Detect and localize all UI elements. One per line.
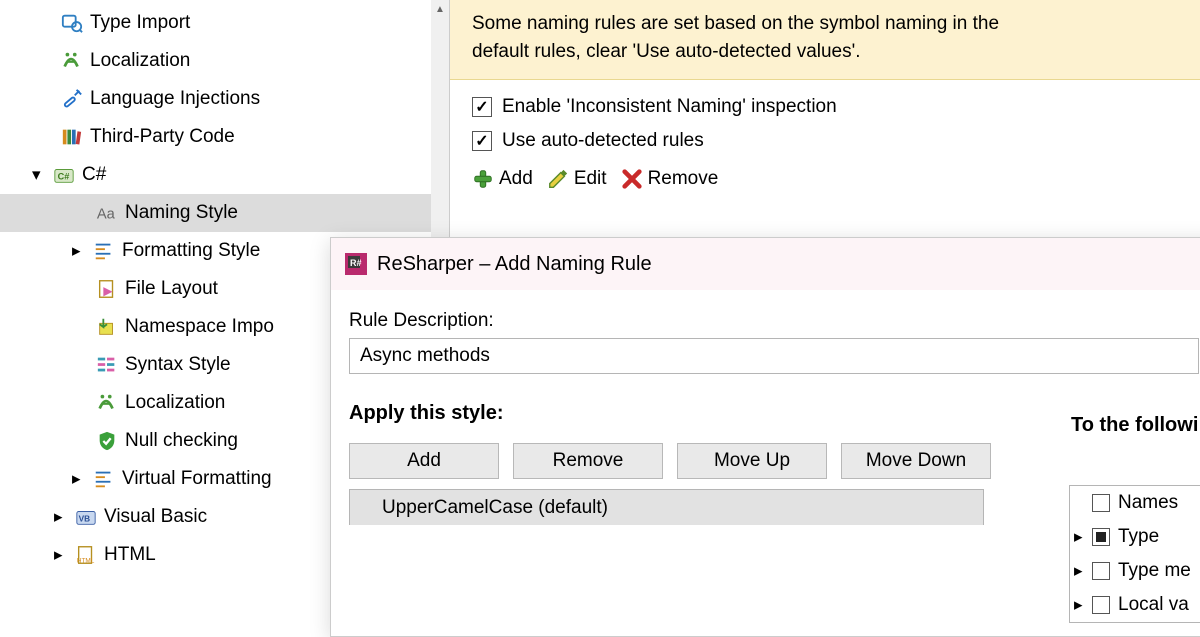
injection-icon [60, 87, 84, 111]
tree-label: Language Injections [90, 88, 260, 110]
svg-text:Aa: Aa [97, 207, 116, 223]
localization-icon [95, 391, 119, 415]
x-icon [621, 168, 643, 190]
type-import-icon [60, 11, 84, 35]
entity-label: Local va [1118, 594, 1189, 616]
info-line-1: Some naming rules are set based on the s… [472, 10, 1178, 38]
checkbox-icon[interactable] [1092, 596, 1110, 614]
checkbox-icon[interactable] [472, 131, 492, 151]
tree-label: Virtual Formatting [122, 468, 272, 490]
tree-label: Formatting Style [122, 240, 260, 262]
entity-label: Type me [1118, 560, 1191, 582]
style-moveup-button[interactable]: Move Up [677, 443, 827, 479]
svg-text:R#: R# [350, 258, 362, 268]
rule-description-label: Rule Description: [349, 310, 1200, 332]
tree-item-naming-style[interactable]: Aa Naming Style [0, 194, 449, 232]
add-naming-rule-dialog: R# ReSharper – Add Naming Rule Rule Desc… [330, 237, 1200, 637]
scroll-up-icon[interactable] [431, 0, 449, 18]
check-auto-detected[interactable]: Use auto-detected rules [472, 130, 1178, 152]
resharper-icon: R# [345, 253, 367, 275]
format-icon [92, 239, 116, 263]
entity-local-var[interactable]: Local va [1070, 588, 1200, 622]
style-list[interactable]: UpperCamelCase (default) [349, 489, 984, 525]
expand-arrow-icon[interactable] [1074, 594, 1092, 616]
tree-label: HTML [104, 544, 156, 566]
tree-label: Localization [125, 392, 225, 414]
tree-label: Namespace Impo [125, 316, 274, 338]
button-label: Add [499, 168, 533, 190]
entity-label: Type [1118, 526, 1159, 548]
button-label: Edit [574, 168, 607, 190]
entities-heading: To the followi [1069, 414, 1200, 437]
tree-label: Visual Basic [104, 506, 207, 528]
checkbox-icon[interactable] [1092, 562, 1110, 580]
edit-rule-button[interactable]: Edit [547, 168, 607, 190]
expand-arrow-icon[interactable] [1074, 560, 1092, 582]
shield-icon [95, 429, 119, 453]
button-label: Remove [648, 168, 719, 190]
plus-icon [472, 168, 494, 190]
format-icon [92, 467, 116, 491]
style-list-item[interactable]: UpperCamelCase (default) [350, 490, 983, 525]
syntax-icon [95, 353, 119, 377]
tree-label: Syntax Style [125, 354, 231, 376]
remove-rule-button[interactable]: Remove [621, 168, 719, 190]
checkbox-icon[interactable] [472, 97, 492, 117]
pencil-icon [547, 168, 569, 190]
style-remove-button[interactable]: Remove [513, 443, 663, 479]
aa-icon: Aa [95, 201, 119, 225]
tree-label: Third-Party Code [90, 126, 235, 148]
entity-type[interactable]: Type [1070, 520, 1200, 554]
entity-type-member[interactable]: Type me [1070, 554, 1200, 588]
tree-item-csharp[interactable]: C# C# [0, 156, 449, 194]
svg-text:C#: C# [58, 172, 70, 182]
checkbox-icon[interactable] [1092, 494, 1110, 512]
csharp-icon: C# [52, 163, 76, 187]
check-label: Enable 'Inconsistent Naming' inspection [502, 96, 837, 118]
svg-text:VB: VB [79, 515, 91, 524]
html-icon: HTML [74, 543, 98, 567]
expand-arrow-icon[interactable] [1074, 526, 1092, 548]
info-banner: Some naming rules are set based on the s… [450, 0, 1200, 80]
expand-arrow-icon[interactable] [72, 240, 92, 262]
entity-label: Names [1118, 492, 1178, 514]
tree-item-third-party[interactable]: Third-Party Code [0, 118, 449, 156]
expand-arrow-icon[interactable] [72, 468, 92, 490]
entity-namespace[interactable]: Names [1070, 486, 1200, 520]
tree-label: Null checking [125, 430, 238, 452]
style-movedown-button[interactable]: Move Down [841, 443, 991, 479]
expand-arrow-icon[interactable] [54, 506, 74, 528]
library-icon [60, 125, 84, 149]
add-rule-button[interactable]: Add [472, 168, 533, 190]
tree-label: Naming Style [125, 202, 238, 224]
expand-arrow-icon[interactable] [54, 544, 74, 566]
vb-icon: VB [74, 505, 98, 529]
rules-toolbar: Add Edit Remove [450, 164, 1200, 200]
namespace-icon [95, 315, 119, 339]
tree-item-language-injections[interactable]: Language Injections [0, 80, 449, 118]
svg-text:HTML: HTML [77, 557, 95, 564]
check-label: Use auto-detected rules [502, 130, 704, 152]
check-inconsistent-naming[interactable]: Enable 'Inconsistent Naming' inspection [472, 96, 1178, 118]
tree-item-localization[interactable]: Localization [0, 42, 449, 80]
tree-item-type-import[interactable]: Type Import [0, 4, 449, 42]
dialog-titlebar: R# ReSharper – Add Naming Rule [331, 238, 1200, 290]
tree-label: File Layout [125, 278, 218, 300]
tree-label: Localization [90, 50, 190, 72]
tree-label: C# [82, 164, 106, 186]
localization-icon [60, 49, 84, 73]
info-line-2: default rules, clear 'Use auto-detected … [472, 38, 1178, 66]
dialog-title-text: ReSharper – Add Naming Rule [377, 253, 652, 276]
file-layout-icon [95, 277, 119, 301]
entities-list: Names Type Type me Local va [1069, 485, 1200, 623]
style-add-button[interactable]: Add [349, 443, 499, 479]
tree-label: Type Import [90, 12, 190, 34]
expand-arrow-icon[interactable] [32, 164, 52, 186]
checkbox-icon[interactable] [1092, 528, 1110, 546]
rule-description-input[interactable]: Async methods [349, 338, 1199, 374]
